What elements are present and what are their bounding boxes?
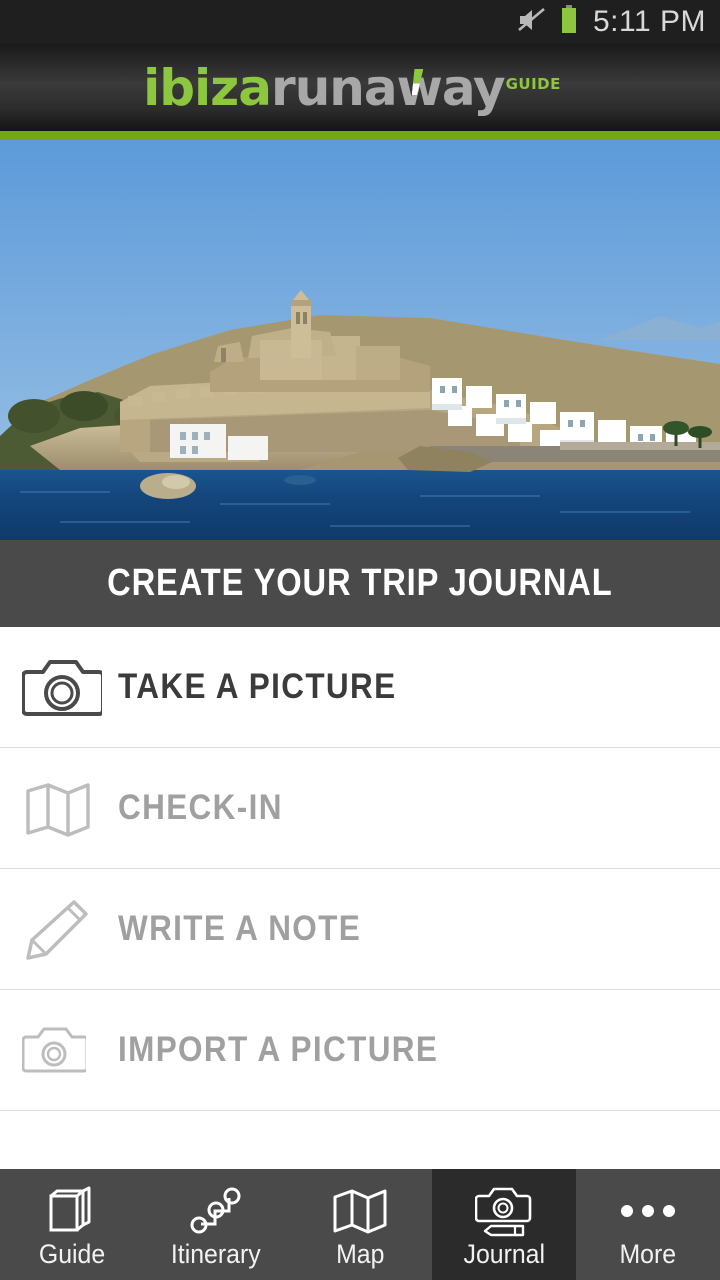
camera-small-icon xyxy=(22,1024,118,1076)
list-item-take-a-picture[interactable]: TAKE A PICTURE xyxy=(0,627,720,748)
list-bottom-spacer xyxy=(0,1111,720,1169)
route-nodes-icon xyxy=(189,1183,243,1239)
tab-map[interactable]: Map xyxy=(288,1169,432,1280)
tab-label: Itinerary xyxy=(171,1238,261,1269)
list-item-label: WRITE A NOTE xyxy=(118,909,362,948)
hero-image xyxy=(0,140,720,540)
page-title: CREATE YOUR TRIP JOURNAL xyxy=(107,562,613,604)
map-fold-icon xyxy=(22,777,118,839)
pencil-icon xyxy=(22,896,118,962)
accent-divider-bar xyxy=(0,131,720,140)
logo-superscript: GUIDE xyxy=(505,74,561,93)
tab-label: Guide xyxy=(38,1238,106,1269)
app-logo: ibiza runaway GUIDE xyxy=(143,63,561,113)
tab-itinerary[interactable]: Itinerary xyxy=(144,1169,288,1280)
hero-illustration xyxy=(0,140,720,540)
list-item-label: CHECK-IN xyxy=(118,788,283,827)
camera-pencil-icon xyxy=(475,1183,533,1239)
mute-icon xyxy=(517,7,547,38)
list-item-write-a-note[interactable]: WRITE A NOTE xyxy=(0,869,720,990)
list-item-check-in[interactable]: CHECK-IN xyxy=(0,748,720,869)
app-screen: 5:11 PM ibiza runaway GUIDE CREATE YOUR … xyxy=(0,0,720,1280)
tab-more[interactable]: More xyxy=(576,1169,720,1280)
logo-text-secondary: runaway xyxy=(271,58,506,117)
tab-label: Journal xyxy=(463,1238,545,1269)
status-bar-clock: 5:11 PM xyxy=(593,5,706,38)
list-item-import-a-picture[interactable]: IMPORT A PICTURE xyxy=(0,990,720,1111)
section-banner: CREATE YOUR TRIP JOURNAL xyxy=(0,540,720,627)
status-bar: 5:11 PM xyxy=(0,0,720,44)
map-fold-icon xyxy=(331,1183,389,1239)
books-icon xyxy=(45,1183,99,1239)
app-header: ibiza runaway GUIDE xyxy=(0,44,720,131)
tab-journal[interactable]: Journal xyxy=(432,1169,576,1280)
camera-icon xyxy=(22,656,118,718)
list-item-label: TAKE A PICTURE xyxy=(118,667,397,706)
ellipsis-icon xyxy=(618,1183,678,1239)
battery-icon xyxy=(559,4,579,40)
tab-guide[interactable]: Guide xyxy=(0,1169,144,1280)
bottom-tab-bar: Guide Itinerary Map Journal More xyxy=(0,1169,720,1280)
status-bar-icons xyxy=(517,4,579,40)
tab-label: Map xyxy=(335,1238,385,1269)
logo-text-primary: ibiza xyxy=(143,58,272,117)
list-item-label: IMPORT A PICTURE xyxy=(118,1030,439,1069)
tab-label: More xyxy=(619,1238,677,1269)
journal-action-list: TAKE A PICTURE CHECK-IN WRITE A NOTE IMP… xyxy=(0,627,720,1169)
